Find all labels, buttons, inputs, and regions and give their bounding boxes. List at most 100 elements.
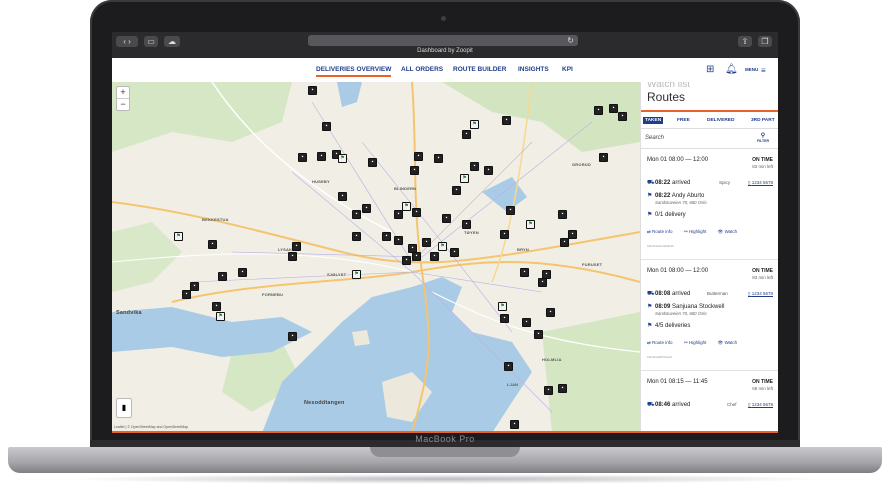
tabs-icon[interactable]: ❐	[758, 36, 772, 47]
delivery-marker[interactable]: ▪	[322, 122, 331, 131]
address-bar[interactable]: ↻	[308, 35, 578, 46]
delivery-marker[interactable]: ⚑	[174, 232, 183, 241]
phone-link[interactable]: ▯ 1234 5678	[748, 291, 773, 297]
delivery-marker[interactable]: ▪	[558, 384, 567, 393]
reload-icon[interactable]: ↻	[567, 35, 574, 46]
delivery-marker[interactable]: ⚑	[470, 120, 479, 129]
nav-all-orders[interactable]: ALL ORDERS	[401, 66, 443, 73]
delivery-marker[interactable]: ▪	[317, 152, 326, 161]
delivery-marker[interactable]: ⚑	[402, 202, 411, 211]
delivery-marker[interactable]: ▪	[500, 230, 509, 239]
delivery-marker[interactable]: ⚑	[460, 174, 469, 183]
delivery-marker[interactable]: ⚑	[526, 220, 535, 229]
delivery-marker[interactable]: ⚑	[352, 270, 361, 279]
back-forward-buttons[interactable]: ‹ ›	[116, 36, 138, 47]
delivery-marker[interactable]: ▪	[544, 386, 553, 395]
delivery-marker[interactable]: ▪	[594, 106, 603, 115]
delivery-marker[interactable]: ▪	[506, 206, 515, 215]
delivery-marker[interactable]: ⚑	[438, 242, 447, 251]
delivery-marker[interactable]: ▪	[538, 278, 547, 287]
delivery-marker[interactable]: ▪	[558, 210, 567, 219]
search-input[interactable]: Search	[645, 135, 664, 141]
delivery-marker[interactable]: ▪	[394, 236, 403, 245]
zoom-out-button[interactable]: −	[117, 98, 129, 110]
delivery-marker[interactable]: ▪	[500, 314, 509, 323]
route-card[interactable]: Mon 01 08:15 — 11:45 ON TIME 68 min left…	[641, 371, 778, 433]
map[interactable]: HUSEBY BLINDERN TØYEN LYSAKER BEKKESTUA …	[112, 82, 640, 433]
delivery-marker[interactable]: ⚑	[216, 312, 225, 321]
nav-deliveries-overview[interactable]: DELIVERIES OVERVIEW	[316, 66, 392, 77]
delivery-marker[interactable]: ▪	[430, 252, 439, 261]
delivery-marker[interactable]: ▪	[470, 162, 479, 171]
route-info-link[interactable]: ⇄ Route info	[647, 229, 678, 234]
delivery-marker[interactable]: ▪	[422, 238, 431, 247]
nav-route-builder[interactable]: ROUTE BUILDER	[453, 66, 506, 73]
route-card[interactable]: Mon 01 08:00 — 12:00 ON TIME 83 min left…	[641, 149, 778, 260]
delivery-marker[interactable]: ▪	[568, 230, 577, 239]
delivery-marker[interactable]: ▪	[522, 318, 531, 327]
delivery-marker[interactable]: ▪	[208, 240, 217, 249]
delivery-marker[interactable]: ▪	[484, 166, 493, 175]
delivery-marker[interactable]: ▪	[618, 112, 627, 121]
add-document-icon[interactable]: ⊞	[706, 64, 714, 75]
delivery-marker[interactable]: ▪	[238, 268, 247, 277]
delivery-marker[interactable]: ▪	[292, 242, 301, 251]
delivery-marker[interactable]: ▪	[410, 166, 419, 175]
delivery-marker[interactable]: ▪	[412, 208, 421, 217]
delivery-marker[interactable]: ▪	[434, 154, 443, 163]
delivery-marker[interactable]: ▪	[362, 204, 371, 213]
delivery-marker[interactable]: ▪	[546, 308, 555, 317]
delivery-marker[interactable]: ⚑	[338, 154, 347, 163]
sidebar-toggle-icon[interactable]: ▭	[144, 36, 158, 47]
watch-link[interactable]: 👁︎ Watch	[718, 340, 743, 345]
delivery-marker[interactable]: ▪	[190, 282, 199, 291]
delivery-marker[interactable]: ▪	[182, 290, 191, 299]
delivery-marker[interactable]: ▪	[442, 214, 451, 223]
filter-free[interactable]: FREE	[677, 118, 690, 123]
delivery-marker[interactable]: ▪	[599, 153, 608, 162]
delivery-marker[interactable]: ▪	[288, 332, 297, 341]
delivery-marker[interactable]: ▪	[288, 252, 297, 261]
delivery-marker[interactable]: ▪	[534, 330, 543, 339]
delivery-marker[interactable]: ⚑	[498, 302, 507, 311]
delivery-marker[interactable]: ▪	[368, 158, 377, 167]
phone-link[interactable]: ▯ 1234 5678	[748, 180, 773, 186]
cloud-icon[interactable]: ☁	[164, 36, 180, 47]
delivery-marker[interactable]: ▪	[452, 186, 461, 195]
zoom-in-button[interactable]: +	[117, 87, 129, 98]
filter-3rd-party[interactable]: 3RD PART	[751, 118, 775, 123]
delivery-marker[interactable]: ▪	[338, 192, 347, 201]
delivery-marker[interactable]: ▪	[450, 248, 459, 257]
share-icon[interactable]: ⇪	[738, 36, 752, 47]
delivery-marker[interactable]: ▪	[308, 86, 317, 95]
delivery-marker[interactable]: ▪	[298, 153, 307, 162]
highlight-link[interactable]: ⚯ Highlight	[684, 229, 712, 234]
delivery-marker[interactable]: ▪	[218, 272, 227, 281]
delivery-marker[interactable]: ▪	[394, 210, 403, 219]
delivery-marker[interactable]: ▪	[402, 256, 411, 265]
delivery-marker[interactable]: ▪	[462, 220, 471, 229]
delivery-marker[interactable]: ▪	[510, 420, 519, 429]
highlight-link[interactable]: ⚯ Highlight	[684, 340, 712, 345]
delivery-marker[interactable]: ▪	[609, 104, 618, 113]
bell-icon[interactable]: 🔔︎	[725, 64, 738, 75]
delivery-marker[interactable]: ▪	[504, 362, 513, 371]
filter-button[interactable]: ⚲ FILTER	[757, 132, 769, 143]
delivery-marker[interactable]: ▪	[560, 238, 569, 247]
delivery-marker[interactable]: ▪	[462, 130, 471, 139]
delivery-marker[interactable]: ▪	[212, 302, 221, 311]
delivery-marker[interactable]: ▪	[414, 152, 423, 161]
watch-link[interactable]: 👁︎ Watch	[718, 229, 743, 234]
layers-icon[interactable]: ▮	[116, 398, 132, 418]
nav-insights[interactable]: INSIGHTS	[518, 66, 549, 73]
nav-kpi[interactable]: KPI	[562, 66, 573, 73]
delivery-marker[interactable]: ▪	[352, 232, 361, 241]
delivery-marker[interactable]: ▪	[520, 268, 529, 277]
route-card[interactable]: Mon 01 08:00 — 12:00 ON TIME 83 min left…	[641, 260, 778, 371]
menu-label[interactable]: MENU	[745, 67, 758, 72]
delivery-marker[interactable]: ▪	[352, 210, 361, 219]
delivery-marker[interactable]: ▪	[502, 116, 511, 125]
phone-link[interactable]: ▯ 1234 5678	[748, 402, 773, 408]
filter-taken[interactable]: TAKEN	[643, 117, 664, 124]
menu-icon[interactable]: ≡	[761, 66, 766, 75]
